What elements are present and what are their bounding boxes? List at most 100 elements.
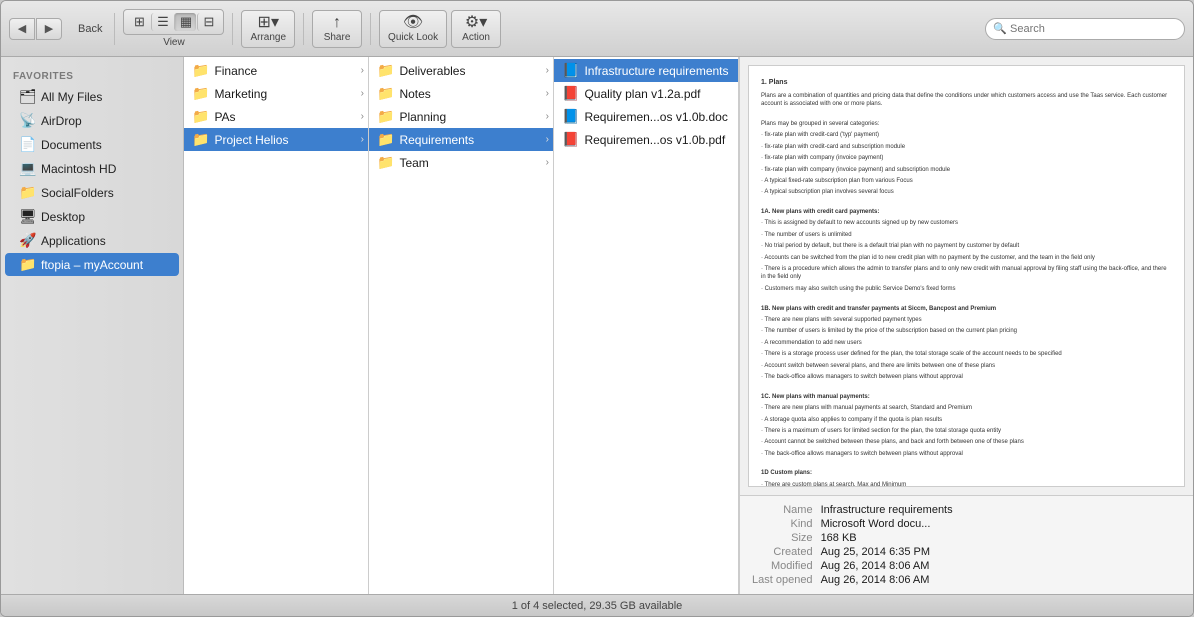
col1-project-helios-label: Project Helios: [214, 133, 288, 147]
preview-section-1b: 1B. New plans with credit and transfer p…: [761, 305, 1172, 313]
sidebar-item-ftopia[interactable]: 📁 ftopia – myAccount: [5, 253, 179, 276]
sidebar-item-label-socialfolders: SocialFolders: [41, 186, 114, 200]
back-label: Back: [78, 23, 102, 35]
col2-deliverables[interactable]: 📁 Deliverables ›: [369, 59, 553, 82]
preview-1a-3: · No trial period by default, but there …: [761, 242, 1172, 250]
icon-grid[interactable]: ⊞: [128, 13, 150, 31]
size-label: Size: [752, 532, 813, 544]
preview-document: 1. Plans Plans are a combination of quan…: [748, 65, 1185, 487]
back-button[interactable]: ◀: [9, 18, 35, 40]
preview-1b-3: · A recommendation to add new users: [761, 339, 1172, 347]
col2-planning[interactable]: 📁 Planning ›: [369, 105, 553, 128]
preview-panel: 1. Plans Plans are a combination of quan…: [739, 57, 1193, 594]
chevron-planning: ›: [546, 111, 549, 122]
status-bar: 1 of 4 selected, 29.35 GB available: [1, 594, 1193, 616]
search-input[interactable]: [985, 18, 1185, 40]
created-label: Created: [752, 546, 813, 558]
all-my-files-icon: 🗂: [19, 88, 35, 105]
name-value: Infrastructure requirements: [821, 504, 1181, 516]
sidebar-item-label-ftopia: ftopia – myAccount: [41, 258, 143, 272]
view-label: View: [163, 37, 185, 48]
sidebar-item-desktop[interactable]: 🖥 Desktop: [5, 205, 179, 228]
column-1: 📁 Finance › 📁 Marketing › 📁 PAs › 📁 Proj…: [184, 57, 369, 594]
preview-1a-2: · The number of users is unlimited: [761, 231, 1172, 239]
main-content: FAVORITES 🗂 All My Files 📡 AirDrop 📄 Doc…: [1, 57, 1193, 594]
modified-label: Modified: [752, 560, 813, 572]
share-button[interactable]: ↑ Share: [312, 10, 362, 48]
col1-pas[interactable]: 📁 PAs ›: [184, 105, 368, 128]
icon-columns[interactable]: ▦: [174, 13, 196, 31]
preview-1a-4: · Accounts can be switched from the plan…: [761, 254, 1172, 262]
quicklook-label: Quick Look: [388, 32, 438, 43]
file-requirements-pdf[interactable]: 📕 Requiremen...os v1.0b.pdf: [554, 128, 738, 151]
col2-deliverables-label: Deliverables: [399, 64, 465, 78]
action-button[interactable]: ⚙▾ Action: [451, 10, 501, 48]
preview-doc-title: 1. Plans: [761, 78, 1172, 88]
separator-3: [303, 13, 304, 45]
socialfolders-icon: 📁: [19, 184, 35, 201]
size-value: 168 KB: [821, 532, 1181, 544]
search-wrapper: 🔍: [985, 18, 1185, 40]
pdf-icon-quality: 📕: [562, 85, 579, 102]
file-quality-plan[interactable]: 📕 Quality plan v1.2a.pdf: [554, 82, 738, 105]
col1-project-helios[interactable]: 📁 Project Helios ›: [184, 128, 368, 151]
folder-icon-deliverables: 📁: [377, 62, 394, 79]
sidebar-item-airdrop[interactable]: 📡 AirDrop: [5, 109, 179, 132]
action-label: Action: [462, 32, 490, 43]
sidebar-item-label-all-my-files: All My Files: [41, 90, 102, 104]
preview-doc-line-3: · fix-rate plan with credit-card and sub…: [761, 143, 1172, 151]
col1-finance[interactable]: 📁 Finance ›: [184, 59, 368, 82]
arrange-label: Arrange: [250, 32, 286, 43]
sidebar-item-macintosh-hd[interactable]: 💻 Macintosh HD: [5, 157, 179, 180]
folder-icon-notes: 📁: [377, 85, 394, 102]
view-button[interactable]: ⊞ ☰ ▦ ⊟ View: [123, 9, 224, 48]
preview-1c-3: · There is a maximum of users for limite…: [761, 427, 1172, 435]
desktop-icon: 🖥: [19, 208, 35, 225]
nav-buttons: ◀ ▶: [9, 18, 62, 40]
sidebar-item-socialfolders[interactable]: 📁 SocialFolders: [5, 181, 179, 204]
sidebar-section-label: FAVORITES: [1, 65, 183, 84]
preview-doc-line-2: · fix-rate plan with credit-card ('typ' …: [761, 131, 1172, 139]
preview-section-1a: 1A. New plans with credit card payments:: [761, 208, 1172, 216]
icon-list[interactable]: ☰: [151, 13, 173, 31]
file-quality-plan-label: Quality plan v1.2a.pdf: [584, 87, 700, 101]
col2-requirements-label: Requirements: [399, 133, 474, 147]
icon-coverflow[interactable]: ⊟: [197, 13, 219, 31]
preview-1c-2: · A storage quota also applies to compan…: [761, 416, 1172, 424]
sidebar-item-documents[interactable]: 📄 Documents: [5, 133, 179, 156]
col1-marketing-label: Marketing: [214, 87, 267, 101]
file-infrastructure-req[interactable]: 📘 Infrastructure requirements: [554, 59, 738, 82]
file-requirements-doc[interactable]: 📘 Requiremen...os v1.0b.doc: [554, 105, 738, 128]
preview-1c-5: · The back-office allows managers to swi…: [761, 450, 1172, 458]
folder-icon-requirements: 📁: [377, 131, 394, 148]
preview-doc-line-7: · A typical subscription plan involves s…: [761, 188, 1172, 196]
toolbar: ◀ ▶ Back ⊞ ☰ ▦ ⊟ View ⊞▾ Arrange ↑ S: [1, 1, 1193, 57]
col2-notes[interactable]: 📁 Notes ›: [369, 82, 553, 105]
col1-marketing[interactable]: 📁 Marketing ›: [184, 82, 368, 105]
browser-area: 📁 Finance › 📁 Marketing › 📁 PAs › 📁 Proj…: [184, 57, 1193, 594]
folder-icon-planning: 📁: [377, 108, 394, 125]
chevron-deliverables: ›: [546, 65, 549, 76]
arrange-button[interactable]: ⊞▾ Arrange: [241, 10, 295, 48]
col2-team[interactable]: 📁 Team ›: [369, 151, 553, 174]
share-icon: ↑: [333, 15, 341, 31]
separator-1: [114, 13, 115, 45]
sidebar-item-applications[interactable]: 🚀 Applications: [5, 229, 179, 252]
preview-doc-line-1: Plans may be grouped in several categori…: [761, 120, 1172, 128]
word-icon-infrastructure: 📘: [562, 62, 579, 79]
sidebar-item-all-my-files[interactable]: 🗂 All My Files: [5, 85, 179, 108]
preview-doc-line-5: · fix-rate plan with company (invoice pa…: [761, 166, 1172, 174]
col1-pas-label: PAs: [214, 110, 235, 124]
forward-button[interactable]: ▶: [36, 18, 62, 40]
separator-4: [370, 13, 371, 45]
folder-icon-finance: 📁: [192, 62, 209, 79]
last-opened-label: Last opened: [752, 574, 813, 586]
preview-1a-5: · There is a procedure which allows the …: [761, 265, 1172, 282]
sidebar: FAVORITES 🗂 All My Files 📡 AirDrop 📄 Doc…: [1, 57, 184, 594]
quicklook-button[interactable]: 👁 Quick Look: [379, 10, 447, 48]
col2-requirements[interactable]: 📁 Requirements ›: [369, 128, 553, 151]
sidebar-item-label-applications: Applications: [41, 234, 106, 248]
chevron-finance: ›: [361, 65, 364, 76]
preview-doc-content: 1. Plans Plans are a combination of quan…: [749, 66, 1184, 486]
folder-icon-team: 📁: [377, 154, 394, 171]
